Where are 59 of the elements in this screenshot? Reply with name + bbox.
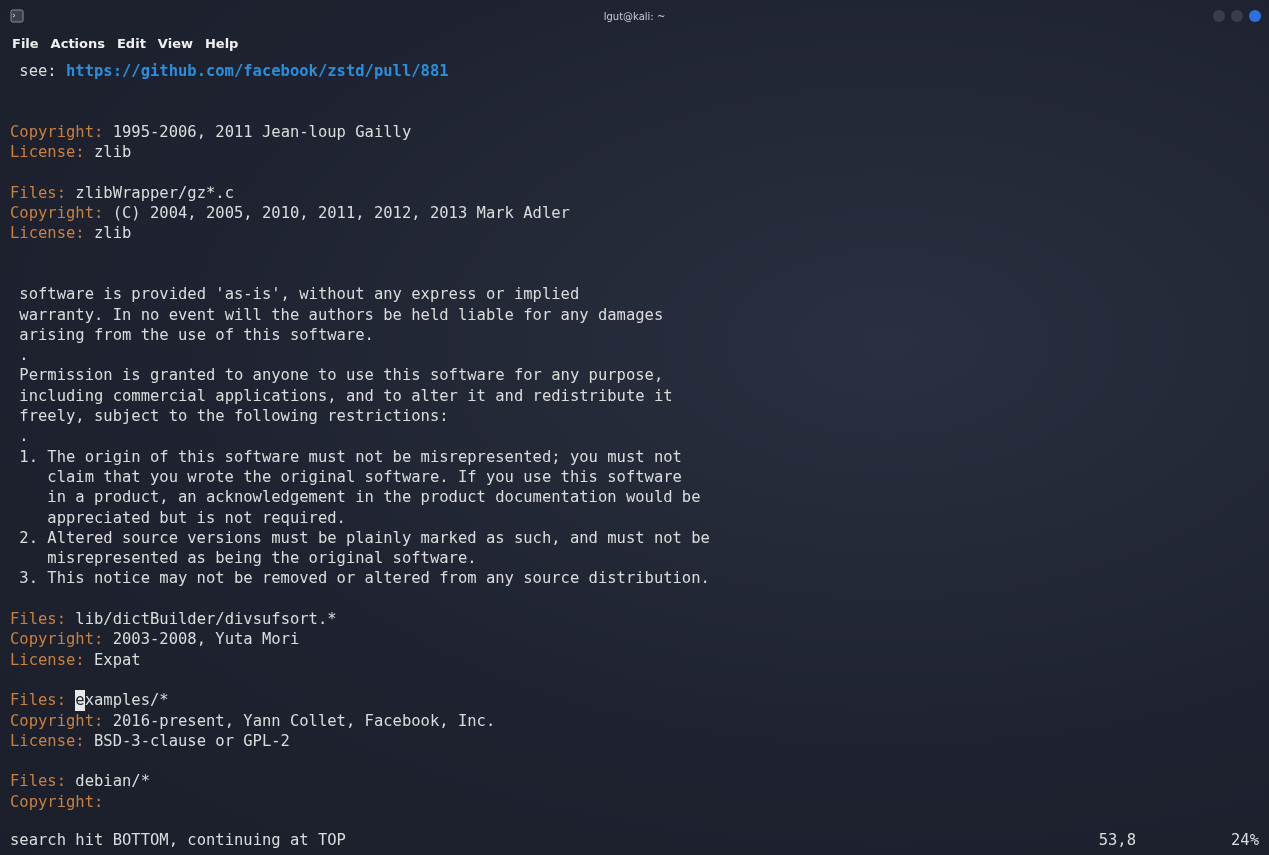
field-value: debian/* — [75, 771, 150, 792]
url-link[interactable]: https://github.com/facebook/zstd/pull/881 — [66, 61, 449, 82]
field-label: Files: — [10, 771, 66, 792]
field-label: License: — [10, 142, 85, 163]
license-text: including commercial applications, and to alter it and redistribute it — [19, 385, 673, 407]
field-value: zlib — [94, 223, 132, 244]
text-cursor: e — [75, 690, 85, 711]
license-text: arising from the use of this software. — [19, 324, 374, 346]
field-label: Copyright: — [10, 121, 104, 143]
license-text: appreciated but is not required. — [47, 507, 346, 528]
cursor-position: 53,8 — [1098, 831, 1136, 849]
field-label: License: — [10, 649, 85, 670]
status-message: search hit BOTTOM, continuing at TOP — [10, 831, 346, 849]
license-text: Altered source versions must be plainly marked as such, and must not be — [47, 527, 710, 549]
license-text: misrepresented as being the original software. — [47, 548, 477, 569]
field-value: 1995-2006, 2011 Jean-loup Gailly — [112, 121, 412, 143]
field-label: License: — [10, 223, 85, 244]
license-text: The origin of this software must not be misrepresented; you must not — [47, 446, 682, 467]
list-number: 2. — [19, 527, 39, 549]
field-value: BSD-3-clause or GPL-2 — [94, 730, 290, 752]
field-label: Files: — [10, 182, 66, 204]
list-number: 3. — [19, 568, 39, 589]
menu-item[interactable]: File — [12, 35, 39, 51]
license-text: . — [19, 426, 29, 447]
field-value: zlibWrapper/gz*.c — [75, 182, 234, 204]
line-label: see: — [19, 61, 57, 82]
field-value: 2003-2008, Yuta Mori — [112, 629, 300, 650]
close-button[interactable] — [1249, 10, 1261, 22]
license-text: claim that you wrote the original software. If you use this software — [47, 466, 682, 488]
field-value: 2016-present, Yann Collet, Facebook, Inc. — [112, 710, 496, 731]
field-value: Expat — [94, 649, 141, 670]
terminal-icon — [10, 9, 24, 23]
scroll-percent: 24% — [1231, 831, 1259, 849]
license-text: . — [19, 345, 29, 366]
field-label: Copyright: — [10, 629, 104, 650]
field-label: Files: — [10, 609, 66, 630]
menu-item[interactable]: Edit — [117, 35, 146, 51]
license-text: freely, subject to the following restrictions: — [19, 406, 449, 427]
license-text: Permission is granted to anyone to use this software for any purpose, — [19, 365, 664, 386]
field-label: Copyright: — [10, 203, 104, 224]
field-value: lib/dictBuilder/divsufsort.* — [75, 609, 337, 630]
menu-item[interactable]: View — [157, 35, 193, 51]
minimize-button[interactable] — [1213, 10, 1225, 22]
field-label: Files: — [10, 690, 66, 711]
license-text: in a product, an acknowledgement in the product documentation would be — [47, 487, 701, 508]
field-value: (C) 2004, 2005, 2010, 2011, 2012, 2013 Mark Adler — [112, 203, 570, 224]
field-label: License: — [10, 730, 85, 752]
field-label: Copyright: — [10, 791, 104, 812]
menu-item[interactable]: Actions — [50, 35, 105, 51]
maximize-button[interactable] — [1231, 10, 1243, 22]
field-label: Copyright: — [10, 710, 104, 731]
menu-item[interactable]: Help — [204, 35, 239, 51]
field-value: zlib — [94, 142, 132, 163]
list-number: 1. — [19, 446, 39, 467]
license-text: This notice may not be removed or altered from any source distribution. — [47, 568, 710, 589]
license-text: warranty. In no event will the authors be held liable for any damages — [19, 304, 664, 325]
field-value: xamples/* — [84, 690, 169, 711]
window-title: lgut@kali: ~ — [603, 10, 666, 22]
license-text: software is provided 'as-is', without any express or implied — [19, 284, 580, 305]
